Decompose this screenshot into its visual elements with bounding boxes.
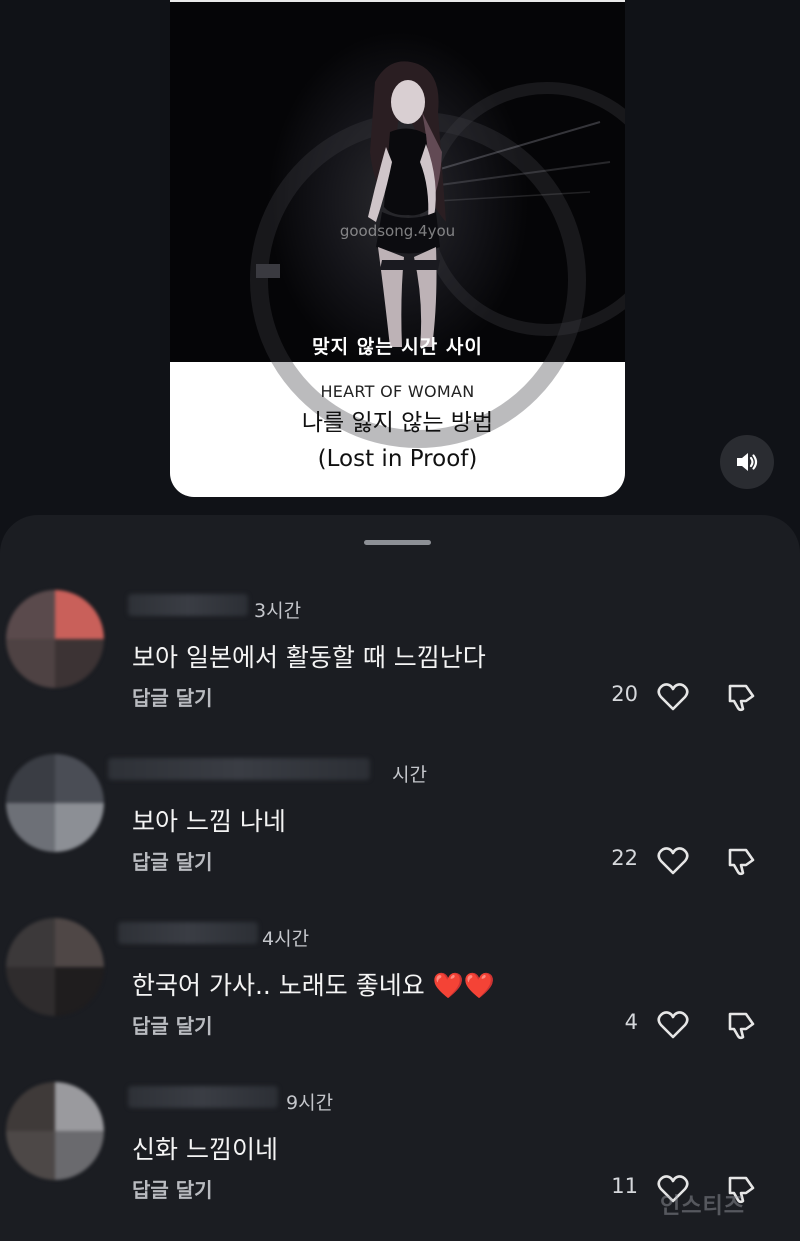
speaker-icon — [737, 453, 758, 471]
like-count: 4 — [624, 1010, 638, 1034]
reply-button[interactable]: 답글 달기 — [132, 1010, 213, 1039]
comment-text: 신화 느낌이네 — [132, 1135, 278, 1164]
comment-item: 4시간 한국어 가사.. 노래도 좋네요 ❤️❤️ 답글 달기 4 — [0, 918, 800, 1068]
site-watermark: 인스티즈 — [660, 1194, 745, 1219]
sheet-drag-handle[interactable] — [364, 540, 431, 545]
username-redacted[interactable] — [128, 1086, 278, 1108]
reply-button[interactable]: 답글 달기 — [132, 846, 213, 875]
username-redacted[interactable] — [108, 758, 370, 780]
comment-time: 4시간 — [262, 928, 310, 950]
reply-button[interactable]: 답글 달기 — [132, 1174, 213, 1203]
comment-time: 9시간 — [286, 1092, 334, 1114]
comment-time: 3시간 — [254, 600, 302, 622]
like-count: 22 — [611, 846, 638, 870]
avatar[interactable] — [6, 590, 104, 688]
comment-time: 시간 — [392, 764, 427, 786]
video-card[interactable]: goodsong.4you 맞지 않는 시간 사이 HEART OF WOMAN… — [170, 0, 625, 497]
video-watermark: goodsong.4you — [339, 222, 456, 240]
song-title-korean: 나를 잃지 않는 방법 — [301, 410, 494, 436]
comment-text: 한국어 가사.. 노래도 좋네요 ❤️❤️ — [132, 971, 495, 1000]
like-count: 20 — [611, 682, 638, 706]
heart-icon[interactable] — [656, 1008, 690, 1042]
reply-button[interactable]: 답글 달기 — [132, 682, 213, 711]
dislike-icon[interactable] — [724, 1008, 758, 1042]
avatar[interactable] — [6, 754, 104, 852]
avatar[interactable] — [6, 1082, 104, 1180]
username-redacted[interactable] — [128, 594, 248, 616]
dislike-icon[interactable] — [724, 844, 758, 878]
like-count: 11 — [611, 1174, 638, 1198]
dislike-icon[interactable] — [724, 680, 758, 714]
comments-sheet: 3시간 보아 일본에서 활동할 때 느낌난다 답글 달기 20 시간 보아 느낌… — [0, 515, 800, 1241]
comment-item: 3시간 보아 일본에서 활동할 때 느낌난다 답글 달기 20 — [0, 590, 800, 740]
comment-text: 보아 느낌 나네 — [132, 807, 286, 836]
comment-item: 시간 보아 느낌 나네 답글 달기 22 — [0, 754, 800, 904]
avatar[interactable] — [6, 918, 104, 1016]
video-subtitle: 맞지 않는 시간 사이 — [312, 336, 483, 358]
song-title-english: (Lost in Proof) — [317, 446, 478, 472]
video-frame[interactable]: goodsong.4you 맞지 않는 시간 사이 — [170, 0, 625, 448]
sound-toggle-button[interactable] — [720, 435, 774, 489]
username-redacted[interactable] — [118, 922, 258, 944]
comment-text: 보아 일본에서 활동할 때 느낌난다 — [132, 643, 486, 672]
song-artist: HEART OF WOMAN — [320, 382, 475, 401]
heart-icon[interactable] — [656, 844, 690, 878]
heart-icon[interactable] — [656, 680, 690, 714]
singer-figure — [256, 61, 611, 347]
